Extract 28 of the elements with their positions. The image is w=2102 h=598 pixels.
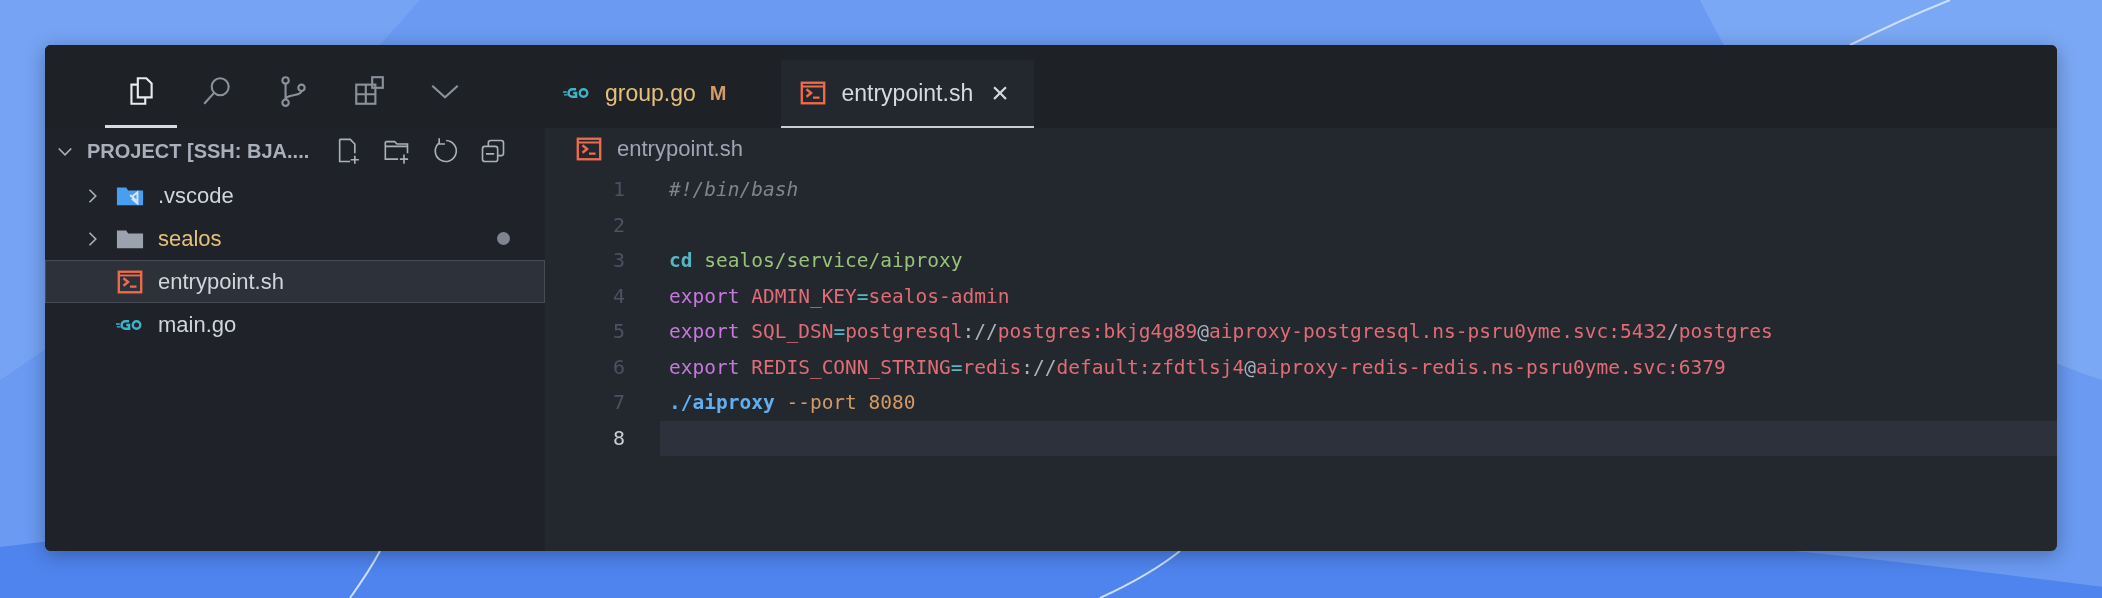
tree-item[interactable]: entrypoint.sh [45, 260, 545, 303]
file-name: main.go [158, 311, 237, 338]
code-line: #!/bin/bash [669, 178, 799, 202]
modified-label: M [709, 81, 727, 105]
terminal-icon [575, 137, 603, 161]
code-line: ./aiproxy --port 8080 [669, 391, 916, 415]
extensions-icon [352, 74, 386, 108]
tab-label: group.go [605, 79, 696, 107]
editor-tab[interactable]: group.go M [545, 60, 782, 128]
file-name: entrypoint.sh [158, 268, 284, 295]
code-line: export ADMIN_KEY=sealos-admin [669, 284, 1010, 308]
file-name: sealos [158, 225, 222, 252]
tab-label: entrypoint.sh [841, 79, 974, 107]
code-line: export REDIS_CONN_STRING=redis://default:zfdtlsj4@aiproxy-redis-redis.ns-psru0yme.svc:6379 [669, 355, 1726, 379]
terminal-icon [116, 269, 144, 294]
terminal-icon [799, 81, 828, 105]
tree-item[interactable]: sealos [45, 217, 545, 260]
editor-tab[interactable]: entrypoint.sh × [781, 60, 1034, 128]
code-line: export SQL_DSN=postgresql://postgres:bkjg4g89@aiproxy-postgresql.ns-psru0yme.svc:5432/postgres [669, 320, 1773, 344]
breadcrumb-item[interactable]: entrypoint.sh [617, 136, 743, 162]
code-line: cd sealos/service/aiproxy [669, 249, 963, 273]
close-button[interactable]: × [991, 78, 1009, 108]
file-name: .vscode [158, 182, 234, 209]
explorer-title: PROJECT [SSH: BJA.... [87, 139, 310, 163]
refresh-icon[interactable] [431, 137, 460, 165]
line-number: 8 [611, 424, 626, 452]
tree-item[interactable]: .vscode [45, 174, 545, 217]
tree-item[interactable]: main.go [45, 303, 545, 346]
